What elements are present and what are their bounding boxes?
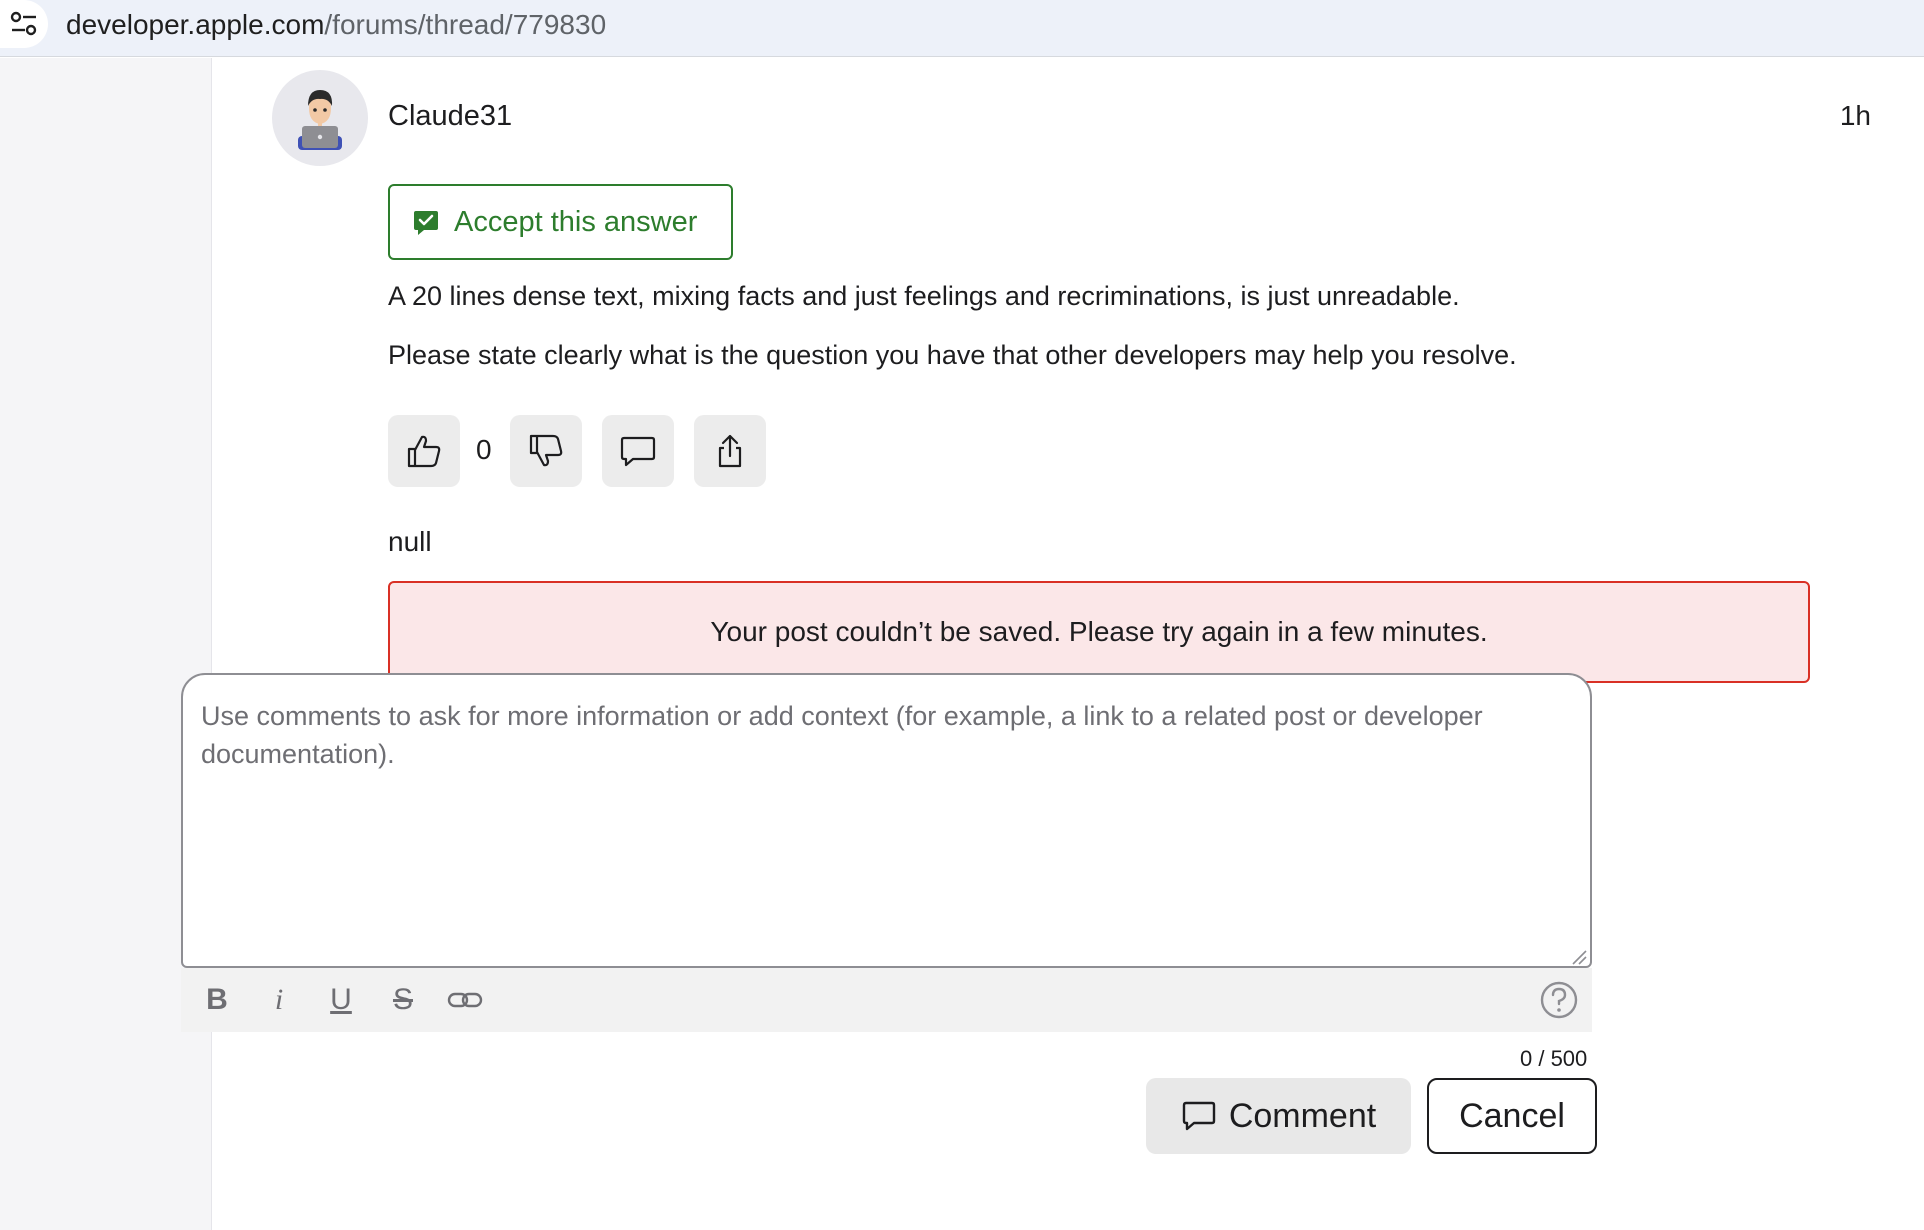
- url-path: /forums/thread/779830: [324, 9, 607, 40]
- speech-bubble-icon: [620, 436, 656, 467]
- site-info-tune-icon[interactable]: [0, 0, 48, 48]
- character-counter: 0 / 500: [1520, 1046, 1588, 1071]
- left-sidebar: [0, 58, 212, 1230]
- cancel-button[interactable]: Cancel: [1427, 1078, 1597, 1154]
- reply-comment-button[interactable]: [602, 415, 674, 487]
- address-bar[interactable]: developer.apple.com/forums/thread/779830: [0, 0, 1924, 57]
- memoji-icon: [298, 90, 342, 150]
- comment-submit-button[interactable]: Comment: [1146, 1078, 1411, 1154]
- downvote-button[interactable]: [510, 415, 582, 487]
- strikethrough-button[interactable]: S: [372, 968, 434, 1032]
- italic-button[interactable]: i: [248, 968, 310, 1032]
- null-text: null: [388, 526, 432, 557]
- resize-handle-icon[interactable]: [1569, 947, 1587, 965]
- accept-answer-label: Accept this answer: [454, 205, 698, 238]
- comment-submit-label: Comment: [1228, 1096, 1377, 1135]
- error-banner: Your post couldn’t be saved. Please try …: [388, 581, 1810, 683]
- share-button[interactable]: [694, 415, 766, 487]
- underline-button[interactable]: U: [310, 968, 372, 1032]
- speech-bubble-icon: [1182, 1101, 1216, 1131]
- url-text[interactable]: developer.apple.com/forums/thread/779830: [66, 9, 606, 41]
- error-message: Your post couldn’t be saved. Please try …: [710, 616, 1488, 647]
- answer-post: Claude31 1h Accept this answer A 20 line…: [213, 58, 1924, 1230]
- accept-answer-button[interactable]: Accept this answer: [388, 184, 733, 260]
- formatting-toolbar: B i U S: [181, 968, 1592, 1032]
- thumbs-up-icon: [407, 435, 441, 468]
- upvote-button[interactable]: [388, 415, 460, 487]
- post-paragraph: A 20 lines dense text, mixing facts and …: [388, 281, 1460, 311]
- url-host: developer.apple.com: [66, 9, 325, 40]
- bold-button[interactable]: B: [186, 968, 248, 1032]
- share-icon: [718, 434, 742, 468]
- vote-count: 0: [476, 434, 492, 465]
- help-icon[interactable]: [1540, 981, 1578, 1019]
- thumbs-down-icon: [529, 434, 563, 467]
- post-time: 1h: [1839, 100, 1871, 131]
- post-paragraph: Please state clearly what is the questio…: [388, 340, 1517, 370]
- author-avatar[interactable]: [272, 70, 368, 166]
- link-button[interactable]: [434, 968, 496, 1032]
- link-icon: [447, 992, 483, 1008]
- comment-input[interactable]: [181, 673, 1592, 968]
- author-name[interactable]: Claude31: [388, 100, 512, 133]
- checkmark-badge-icon: [414, 211, 438, 235]
